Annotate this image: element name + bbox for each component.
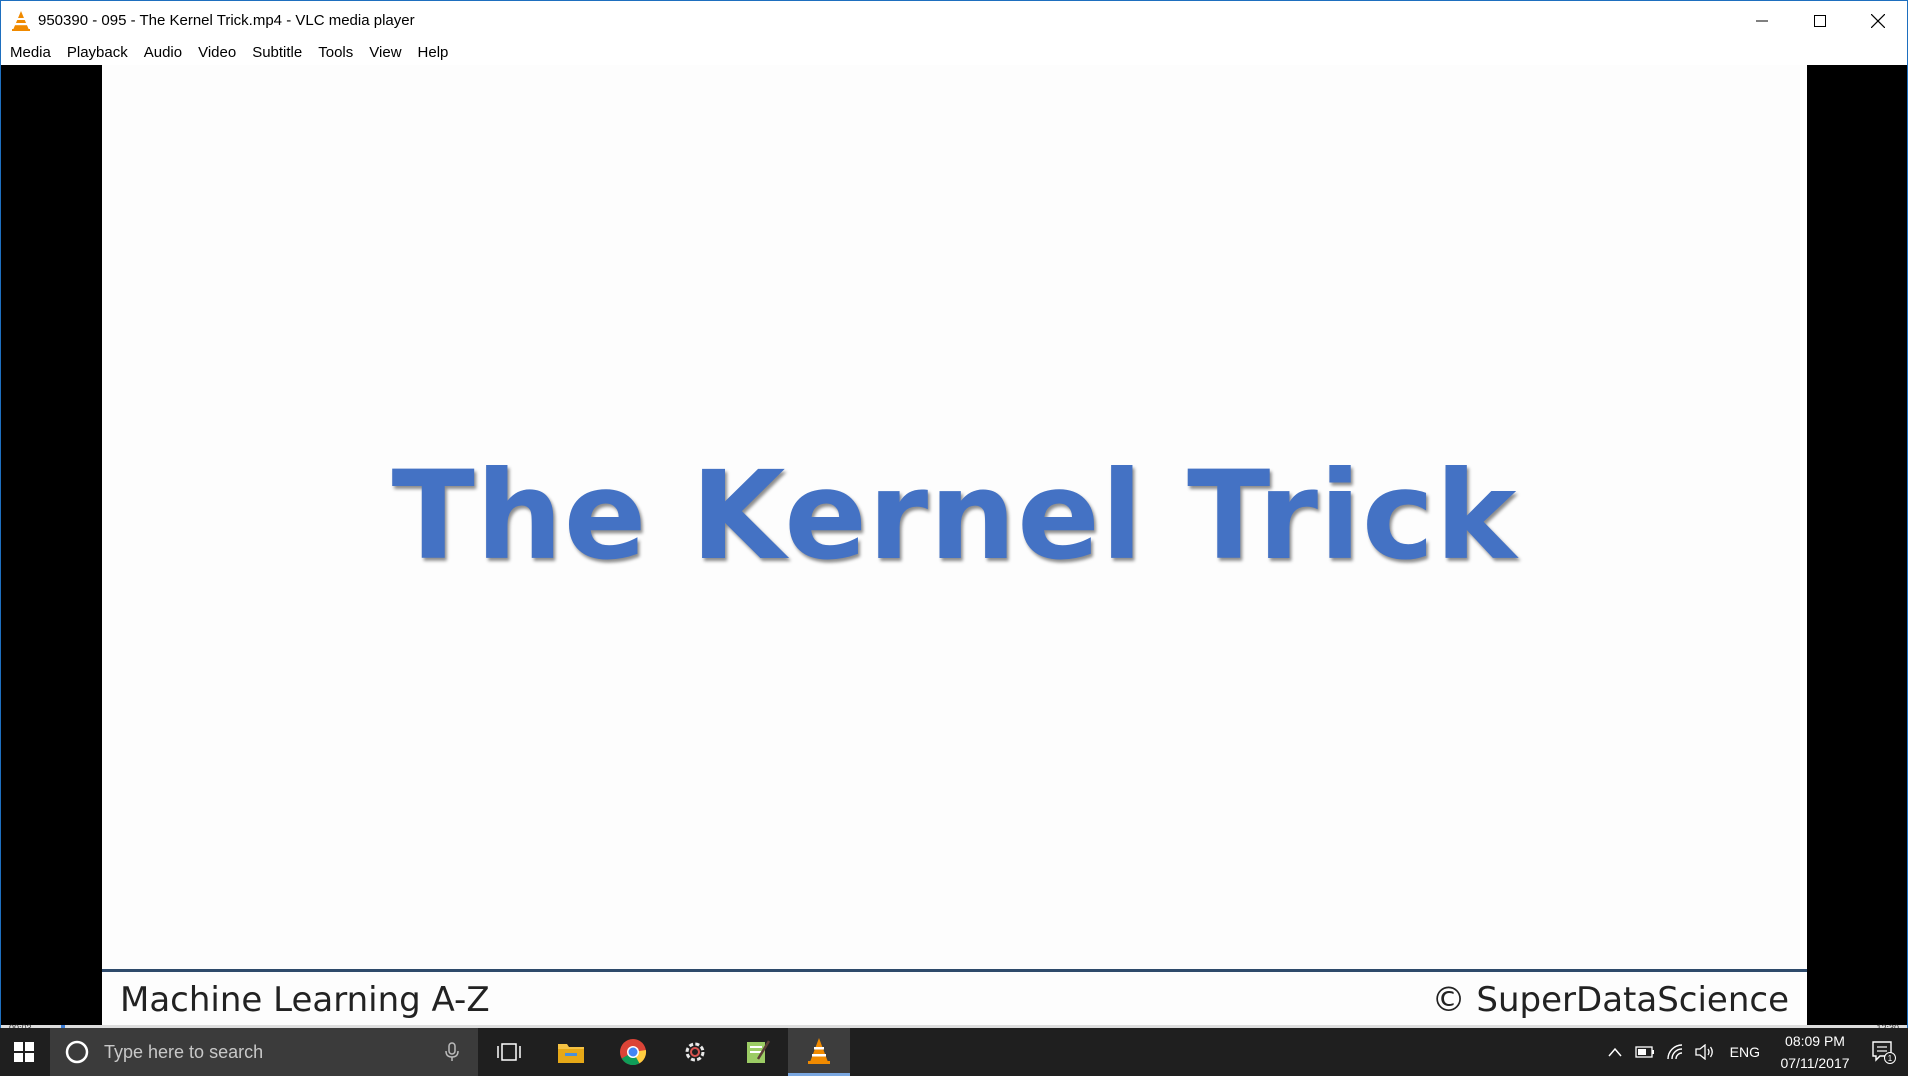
video-frame-slide: The Kernel Trick Machine Learning A-Z © … <box>102 65 1807 1025</box>
menu-view[interactable]: View <box>369 44 401 61</box>
menu-tools[interactable]: Tools <box>318 44 353 61</box>
start-button[interactable] <box>0 1028 48 1076</box>
slide-title: The Kernel Trick <box>391 445 1518 587</box>
system-tray: ENG 08:09 PM 07/11/2017 1 <box>1600 1028 1908 1076</box>
vlc-cone-icon <box>12 10 30 31</box>
taskbar-search[interactable]: Type here to search <box>50 1028 478 1076</box>
maximize-button[interactable] <box>1791 1 1849 40</box>
notification-icon: 1 <box>1872 1041 1896 1064</box>
chevron-up-icon <box>1608 1047 1622 1057</box>
action-center-button[interactable]: 1 <box>1860 1028 1908 1076</box>
clock[interactable]: 08:09 PM 07/11/2017 <box>1770 1030 1860 1074</box>
clock-date: 07/11/2017 <box>1780 1055 1850 1071</box>
volume-button[interactable] <box>1690 1028 1720 1076</box>
search-placeholder: Type here to search <box>104 1041 264 1062</box>
slide-footer-course: Machine Learning A-Z <box>120 980 490 1020</box>
input-language[interactable]: ENG <box>1730 1044 1760 1060</box>
show-hidden-icons-button[interactable] <box>1600 1028 1630 1076</box>
slide-divider <box>102 969 1807 972</box>
network-button[interactable] <box>1660 1028 1690 1076</box>
chrome-button[interactable] <box>602 1028 664 1076</box>
close-button[interactable] <box>1849 1 1907 40</box>
vlc-window: 950390 - 095 - The Kernel Trick.mp4 - VL… <box>0 0 1908 1033</box>
windows-logo-icon <box>14 1042 34 1062</box>
minimize-button[interactable] <box>1733 1 1791 40</box>
title-bar[interactable]: 950390 - 095 - The Kernel Trick.mp4 - VL… <box>1 1 1907 40</box>
menu-audio[interactable]: Audio <box>144 44 182 61</box>
gear-icon <box>685 1042 705 1062</box>
notepad-app-button[interactable] <box>726 1028 788 1076</box>
menu-video[interactable]: Video <box>198 44 236 61</box>
settings-app-button[interactable] <box>664 1028 726 1076</box>
taskbar: Type here to search ENG 08:09 PM 07/11/2… <box>0 1028 1908 1076</box>
video-area[interactable]: The Kernel Trick Machine Learning A-Z © … <box>1 65 1907 1029</box>
slide-footer-copyright: © SuperDataScience <box>1431 980 1789 1020</box>
task-view-button[interactable] <box>478 1028 540 1076</box>
battery-icon <box>1635 1046 1654 1058</box>
wifi-icon <box>1666 1044 1682 1060</box>
minimize-icon <box>1756 20 1768 21</box>
menu-help[interactable]: Help <box>418 44 449 61</box>
menu-bar: Media Playback Audio Video Subtitle Tool… <box>1 40 1907 64</box>
microphone-button[interactable] <box>436 1036 468 1068</box>
vlc-taskbar-button[interactable] <box>788 1028 850 1076</box>
notepad-icon <box>747 1040 770 1063</box>
chrome-icon <box>620 1039 647 1066</box>
menu-subtitle[interactable]: Subtitle <box>252 44 302 61</box>
battery-button[interactable] <box>1630 1028 1660 1076</box>
notification-count: 1 <box>1888 1054 1893 1063</box>
menu-playback[interactable]: Playback <box>67 44 128 61</box>
close-icon <box>1871 13 1885 28</box>
cortana-icon <box>65 1040 89 1064</box>
maximize-icon <box>1814 14 1826 27</box>
microphone-icon <box>445 1042 459 1061</box>
folder-icon <box>558 1044 584 1063</box>
task-view-icon <box>497 1043 521 1061</box>
menu-media[interactable]: Media <box>10 44 51 61</box>
clock-time: 08:09 PM <box>1785 1033 1845 1049</box>
file-explorer-button[interactable] <box>540 1028 602 1076</box>
vlc-cone-icon <box>808 1037 830 1064</box>
window-title: 950390 - 095 - The Kernel Trick.mp4 - VL… <box>38 12 415 29</box>
speaker-icon <box>1695 1044 1713 1060</box>
